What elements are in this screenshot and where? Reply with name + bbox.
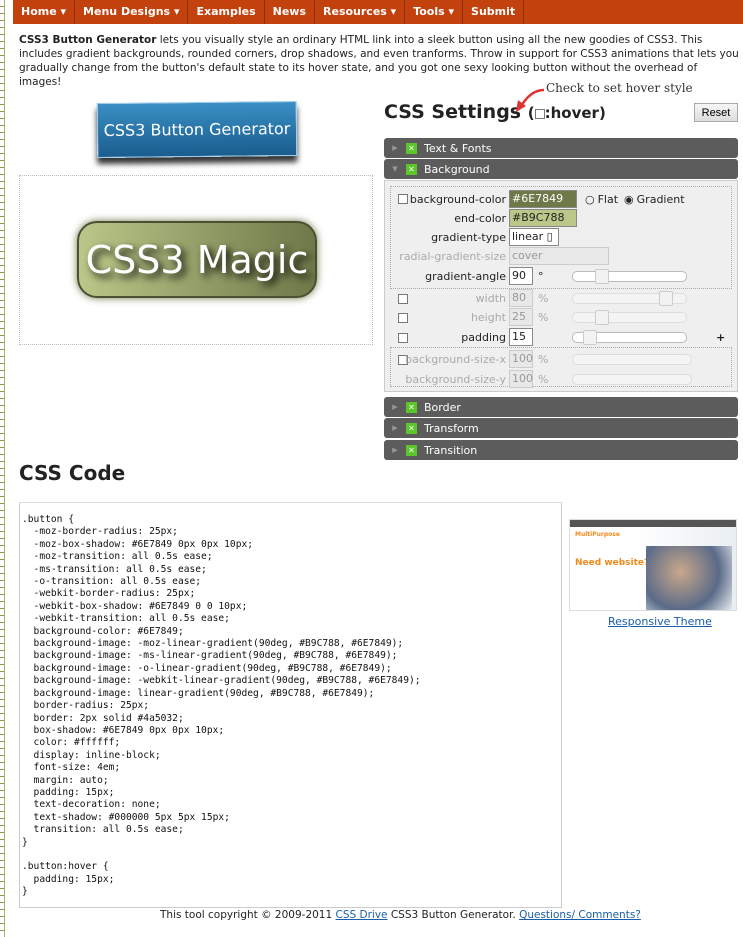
dropdown-caret-icon: ▾ — [56, 5, 67, 18]
chevron-down-icon: ▼ — [392, 165, 398, 173]
code-line: background-image: -moz-linear-gradient(9… — [22, 638, 404, 650]
code-line: -moz-border-radius: 25px; — [22, 526, 178, 538]
nav-news[interactable]: News — [265, 0, 316, 24]
code-line: background-image: -o-linear-gradient(90d… — [22, 662, 392, 674]
code-line: -o-transition: all 0.5s ease; — [22, 576, 202, 588]
code-line: -webkit-border-radius: 25px; — [22, 588, 196, 600]
radial-size-select[interactable]: cover — [509, 247, 609, 265]
chevron-right-icon: ▶ — [392, 424, 398, 432]
background-settings: background-color #6E7849 ○ Flat ◉ Gradient … — [384, 180, 738, 392]
code-line: margin: auto; — [22, 774, 109, 786]
code-line: display: inline-block; — [22, 749, 161, 761]
panel-icon: ✕ — [406, 444, 417, 456]
height-slider[interactable] — [572, 310, 687, 325]
code-line: font-size: 4em; — [22, 762, 121, 774]
nav-resources[interactable]: Resources ▾ — [315, 0, 406, 24]
ad-brand: MultiPurpose — [575, 531, 620, 538]
code-line: color: #ffffff; — [22, 737, 121, 749]
code-line: -webkit-box-shadow: #6E7849 0 0 10px; — [22, 600, 248, 612]
nav-menu-designs[interactable]: Menu Designs ▾ — [75, 0, 189, 24]
code-line: border-radius: 25px; — [22, 700, 150, 712]
panel-transform[interactable]: ▶ ✕ Transform — [384, 418, 738, 438]
settings-title: CSS Settings (:hover) — [384, 101, 606, 123]
code-line: padding: 15px; — [22, 786, 115, 798]
panel-icon: ✕ — [406, 401, 417, 413]
bg-size-x-slider[interactable] — [572, 354, 692, 365]
top-nav: Home ▾ Menu Designs ▾ Examples News Resource… — [13, 0, 743, 24]
gradient-angle-input[interactable]: 90 — [509, 267, 533, 285]
code-line: .button { — [22, 514, 74, 525]
panel-text-fonts[interactable]: ▶ ✕ Text & Fonts — [384, 138, 738, 158]
dropdown-caret-icon: ▾ — [170, 5, 180, 18]
chevron-right-icon: ▶ — [392, 403, 398, 411]
css-drive-link[interactable]: CSS Drive — [336, 909, 388, 921]
code-line: background-image: -webkit-linear-gradien… — [22, 675, 421, 687]
questions-link[interactable]: Questions/ Comments? — [519, 909, 641, 921]
panel-icon: ✕ — [406, 163, 417, 175]
intro-title: CSS3 Button Generator — [19, 34, 157, 46]
bg-size-y-input[interactable]: 100 — [509, 370, 533, 388]
dropdown-caret-icon: ▾ — [444, 5, 455, 18]
ad-image[interactable]: MultiPurpose Need website? — [569, 519, 737, 611]
width-slider[interactable] — [572, 291, 687, 306]
ad-headline: Need website? — [575, 558, 650, 568]
panel-border[interactable]: ▶ ✕ Border — [384, 397, 738, 417]
code-line: -moz-transition: all 0.5s ease; — [22, 551, 213, 563]
footer: This tool copyright © 2009-2011 CSS Driv… — [160, 909, 641, 921]
code-line: background-image: -ms-linear-gradient(90… — [22, 650, 398, 662]
gradient-radio[interactable]: ◉ — [624, 193, 634, 206]
arrow-icon — [516, 88, 545, 112]
dropdown-caret-icon: ▾ — [386, 5, 397, 18]
add-button[interactable]: + — [716, 331, 725, 344]
panel-transition[interactable]: ▶ ✕ Transition — [384, 440, 738, 460]
css-code-output[interactable]: .button { -moz-border-radius: 25px; -moz… — [19, 502, 562, 908]
flat-radio[interactable]: ○ — [585, 193, 595, 206]
code-line: text-decoration: none; — [22, 799, 161, 811]
code-line: background-image: linear-gradient(90deg,… — [22, 687, 375, 699]
panel-background[interactable]: ▼ ✕ Background — [384, 159, 738, 179]
preview-button[interactable]: CSS3 Magic — [77, 221, 317, 298]
code-line: } — [22, 836, 28, 848]
end-color-input[interactable]: #B9C788 — [509, 209, 577, 227]
code-line: text-shadow: #000000 5px 5px 15px; — [22, 811, 230, 823]
code-line: .button:hover { — [22, 861, 109, 873]
code-title: CSS Code — [19, 461, 126, 485]
chevron-right-icon: ▶ — [392, 446, 398, 454]
logo-banner: CSS3 Button Generator — [96, 100, 298, 159]
responsive-theme-link[interactable]: Responsive Theme — [608, 615, 712, 628]
code-line: background-color: #6E7849; — [22, 625, 184, 637]
width-input[interactable]: 80 — [509, 289, 533, 307]
panel-icon: ✕ — [406, 142, 417, 154]
preview-area: CSS3 Magic — [19, 175, 373, 345]
nav-submit[interactable]: Submit — [463, 0, 525, 24]
height-input[interactable]: 25 — [509, 308, 533, 326]
nav-tools[interactable]: Tools ▾ — [405, 0, 464, 24]
code-line: -moz-box-shadow: #6E7849 0px 0px 10px; — [22, 538, 254, 550]
reset-button[interactable]: Reset — [694, 103, 738, 122]
code-line: -webkit-transition: all 0.5s ease; — [22, 613, 230, 625]
nav-examples[interactable]: Examples — [188, 0, 265, 24]
code-line: border: 2px solid #4a5032; — [22, 712, 184, 724]
padding-input[interactable]: 15 — [509, 328, 533, 346]
page-border — [0, 0, 5, 937]
angle-slider[interactable] — [572, 269, 687, 284]
hover-note: Check to set hover style — [546, 81, 693, 95]
bg-size-y-slider[interactable] — [572, 374, 692, 385]
chevron-right-icon: ▶ — [392, 144, 398, 152]
code-line: transition: all 0.5s ease; — [22, 824, 184, 836]
code-line: -ms-transition: all 0.5s ease; — [22, 563, 207, 575]
bg-size-x-input[interactable]: 100 — [509, 350, 533, 368]
gradient-type-select[interactable]: linear ▯ — [509, 228, 559, 246]
code-line: } — [22, 886, 28, 898]
code-line: padding: 15px; — [22, 873, 115, 885]
nav-home[interactable]: Home ▾ — [13, 0, 76, 24]
padding-slider[interactable] — [572, 330, 687, 345]
bg-color-input[interactable]: #6E7849 — [509, 190, 577, 208]
code-line: box-shadow: #6E7849 0px 0px 10px; — [22, 724, 225, 736]
panel-icon: ✕ — [406, 422, 417, 434]
